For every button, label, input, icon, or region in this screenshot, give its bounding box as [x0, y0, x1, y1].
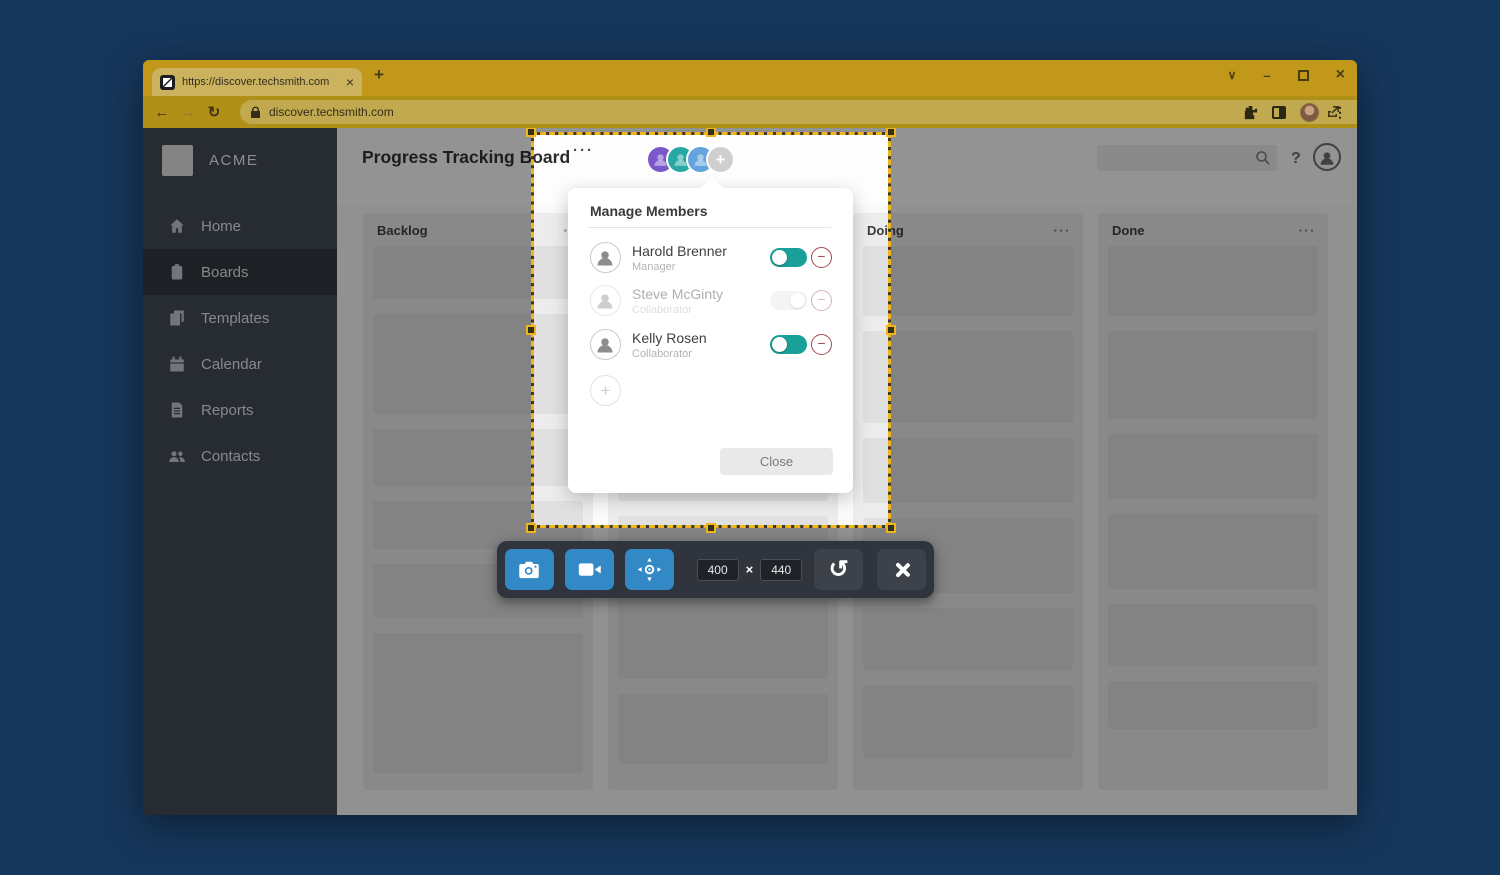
card-placeholder	[1108, 246, 1318, 316]
search-icon	[1256, 151, 1270, 165]
contacts-icon	[169, 451, 185, 462]
screen: https://discover.techsmith.com × + ∨ – ×…	[0, 0, 1500, 875]
selection-handle-ne[interactable]	[886, 128, 896, 137]
url-text: discover.techsmith.com	[269, 105, 394, 119]
extensions-puzzle-icon[interactable]	[1243, 105, 1258, 120]
selection-handle-w[interactable]	[526, 325, 536, 335]
capture-selection-border	[531, 132, 891, 528]
card-placeholder	[1108, 331, 1318, 419]
redo-selection-button[interactable]: ↺	[814, 549, 864, 590]
sidebar-item-label: Home	[201, 217, 242, 235]
times-label: ×	[745, 562, 754, 577]
column-label: Backlog	[377, 223, 428, 238]
card-placeholder	[863, 331, 1073, 423]
url-field[interactable]: discover.techsmith.com ☆	[240, 100, 1357, 124]
tab-close-icon[interactable]: ×	[346, 75, 354, 89]
selection-handle-nw[interactable]	[526, 128, 536, 137]
card-placeholder	[618, 694, 828, 764]
card-placeholder	[1108, 514, 1318, 589]
card-placeholder	[1108, 604, 1318, 666]
close-icon	[893, 561, 911, 579]
web-page: ACME Home Boards Templates Calendar Repo…	[143, 128, 1357, 815]
card-placeholder	[618, 591, 828, 679]
calendar-icon	[170, 356, 184, 372]
forward-button: →	[180, 103, 196, 121]
window-close-button[interactable]: ×	[1336, 66, 1345, 84]
sidebar-item-calendar[interactable]: Calendar	[143, 341, 337, 387]
app-sidebar: ACME Home Boards Templates Calendar Repo…	[143, 128, 337, 815]
card-placeholder	[373, 633, 583, 773]
report-icon	[171, 402, 183, 418]
back-button[interactable]: ←	[149, 104, 175, 121]
templates-icon	[170, 310, 184, 326]
selection-handle-n[interactable]	[706, 128, 716, 137]
sidebar-item-contacts[interactable]: Contacts	[143, 433, 337, 479]
techsmith-favicon-icon	[160, 74, 175, 90]
selection-handle-e[interactable]	[886, 325, 896, 335]
window-minimize-button[interactable]: –	[1263, 68, 1270, 83]
logo-row: ACME	[143, 128, 337, 193]
selection-width-input[interactable]	[696, 558, 739, 581]
browser-menu-icon[interactable]: ⋮	[1333, 104, 1347, 121]
card-placeholder	[863, 685, 1073, 758]
sidebar-item-home[interactable]: Home	[143, 203, 337, 249]
move-tool-icon	[637, 557, 661, 582]
video-camera-icon	[578, 563, 601, 576]
bookmark-star-icon[interactable]: ☆	[1356, 104, 1357, 120]
acme-logo	[162, 145, 193, 176]
sidebar-item-reports[interactable]: Reports	[143, 387, 337, 433]
help-icon[interactable]: ?	[1291, 150, 1301, 168]
browser-profile-avatar[interactable]	[1300, 102, 1319, 122]
sidebar-item-label: Boards	[201, 263, 249, 281]
sidebar-item-label: Contacts	[201, 447, 261, 465]
browser-window: https://discover.techsmith.com × + ∨ – ×…	[143, 60, 1357, 815]
clipboard-icon	[171, 264, 183, 280]
window-maximize-button[interactable]	[1297, 69, 1309, 81]
capture-toolbar: × ↺	[497, 541, 934, 598]
column-label: Done	[1112, 223, 1145, 238]
card-placeholder	[863, 608, 1073, 670]
lock-icon	[251, 106, 260, 118]
capture-image-button[interactable]	[505, 549, 554, 590]
selection-height-input[interactable]	[760, 558, 803, 581]
card-placeholder	[863, 246, 1073, 316]
new-tab-button[interactable]: +	[374, 65, 384, 85]
capture-video-button[interactable]	[564, 549, 614, 590]
card-placeholder	[863, 438, 1073, 503]
logo-text: ACME	[209, 152, 259, 169]
cancel-capture-button[interactable]	[877, 549, 926, 590]
column-done: Done ···	[1098, 213, 1328, 790]
home-icon	[170, 219, 184, 233]
sidebar-item-label: Calendar	[201, 355, 262, 373]
column-menu-dots[interactable]: ···	[1299, 223, 1317, 238]
window-chevron-icon[interactable]: ∨	[1228, 68, 1237, 82]
browser-sidepanel-icon[interactable]	[1272, 105, 1286, 119]
card-placeholder	[1108, 681, 1318, 729]
browser-tab-bar: https://discover.techsmith.com × + ∨ – ×	[143, 60, 1357, 96]
selection-handle-sw[interactable]	[526, 523, 536, 533]
user-avatar[interactable]	[1313, 143, 1341, 171]
camera-icon	[519, 561, 540, 578]
sidebar-item-templates[interactable]: Templates	[143, 295, 337, 341]
search-input[interactable]	[1097, 145, 1277, 171]
column-menu-dots[interactable]: ···	[1054, 223, 1072, 238]
move-selection-button[interactable]	[624, 549, 674, 590]
sidebar-item-label: Reports	[201, 401, 254, 419]
sidebar-item-label: Templates	[201, 309, 270, 327]
sidebar-item-boards[interactable]: Boards	[143, 249, 337, 295]
browser-url-bar: ← → ↻ discover.techsmith.com ☆ ⋮	[143, 96, 1357, 128]
reload-button[interactable]: ↻	[201, 103, 227, 121]
redo-icon: ↺	[828, 555, 849, 583]
browser-tab[interactable]: https://discover.techsmith.com ×	[152, 68, 362, 96]
selection-handle-se[interactable]	[886, 523, 896, 533]
tab-title: https://discover.techsmith.com	[182, 76, 330, 88]
card-placeholder	[1108, 434, 1318, 499]
selection-handle-s[interactable]	[706, 523, 716, 533]
